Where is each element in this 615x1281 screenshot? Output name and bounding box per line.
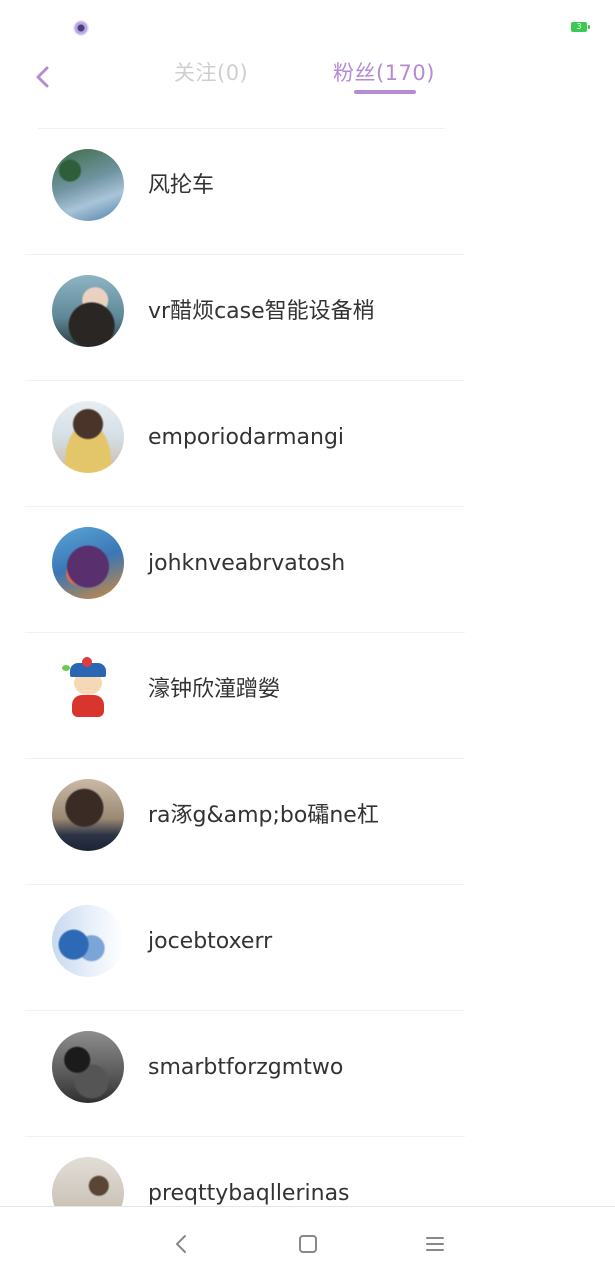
tab-following[interactable]: 关注(0) bbox=[174, 58, 248, 88]
list-item[interactable]: 风抡车 bbox=[0, 128, 615, 254]
user-name: johknveabrvatosh bbox=[148, 551, 346, 576]
system-nav-bar bbox=[0, 1206, 615, 1281]
header: 关注(0) 粉丝(170) bbox=[0, 50, 615, 110]
tab-fans[interactable]: 粉丝(170) bbox=[333, 58, 435, 88]
list-item[interactable]: ra涿g&amp;bo礵ne杠 bbox=[0, 758, 615, 884]
user-name: preqttybaqllerinas bbox=[148, 1181, 350, 1206]
status-bar: 3 bbox=[0, 0, 615, 50]
divider bbox=[25, 506, 465, 507]
user-name: vr醋烦case智能设备梢 bbox=[148, 299, 375, 324]
avatar bbox=[52, 1031, 124, 1103]
back-button[interactable] bbox=[30, 62, 56, 92]
divider bbox=[25, 758, 465, 759]
avatar bbox=[52, 527, 124, 599]
nav-back-button[interactable] bbox=[169, 1231, 195, 1257]
user-name: jocebtoxerr bbox=[148, 929, 273, 954]
user-name: ra涿g&amp;bo礵ne杠 bbox=[148, 803, 379, 828]
battery-icon: 3 bbox=[571, 22, 590, 32]
nav-home-button[interactable] bbox=[295, 1231, 321, 1257]
avatar bbox=[52, 905, 124, 977]
list-item[interactable]: 濠钟欣潼蹭嫈 bbox=[0, 632, 615, 758]
divider bbox=[25, 380, 465, 381]
list-item[interactable]: johknveabrvatosh bbox=[0, 506, 615, 632]
list-item[interactable]: jocebtoxerr bbox=[0, 884, 615, 1010]
avatar bbox=[52, 275, 124, 347]
user-name: 濠钟欣潼蹭嫈 bbox=[148, 677, 281, 702]
list-item[interactable]: emporiodarmangi bbox=[0, 380, 615, 506]
divider bbox=[25, 1010, 465, 1011]
divider bbox=[25, 884, 465, 885]
list-item[interactable]: smarbtforzgmtwo bbox=[0, 1010, 615, 1136]
user-name: 风抡车 bbox=[148, 173, 215, 198]
divider bbox=[25, 254, 465, 255]
user-name: smarbtforzgmtwo bbox=[148, 1055, 344, 1080]
fans-list: 风抡车 vr醋烦case智能设备梢 emporiodarmangi johknv… bbox=[0, 128, 615, 1262]
avatar bbox=[52, 653, 124, 725]
divider bbox=[38, 128, 445, 129]
chevron-left-icon bbox=[36, 66, 49, 88]
notification-icon bbox=[73, 20, 89, 36]
avatar bbox=[52, 779, 124, 851]
nav-back-icon bbox=[176, 1235, 186, 1253]
divider bbox=[25, 632, 465, 633]
nav-menu-icon bbox=[426, 1237, 444, 1251]
avatar bbox=[52, 149, 124, 221]
avatar bbox=[52, 401, 124, 473]
user-name: emporiodarmangi bbox=[148, 425, 345, 450]
nav-home-icon bbox=[299, 1235, 317, 1253]
nav-menu-button[interactable] bbox=[422, 1231, 448, 1257]
active-tab-indicator bbox=[354, 90, 416, 94]
divider bbox=[25, 1136, 465, 1137]
list-item[interactable]: vr醋烦case智能设备梢 bbox=[0, 254, 615, 380]
